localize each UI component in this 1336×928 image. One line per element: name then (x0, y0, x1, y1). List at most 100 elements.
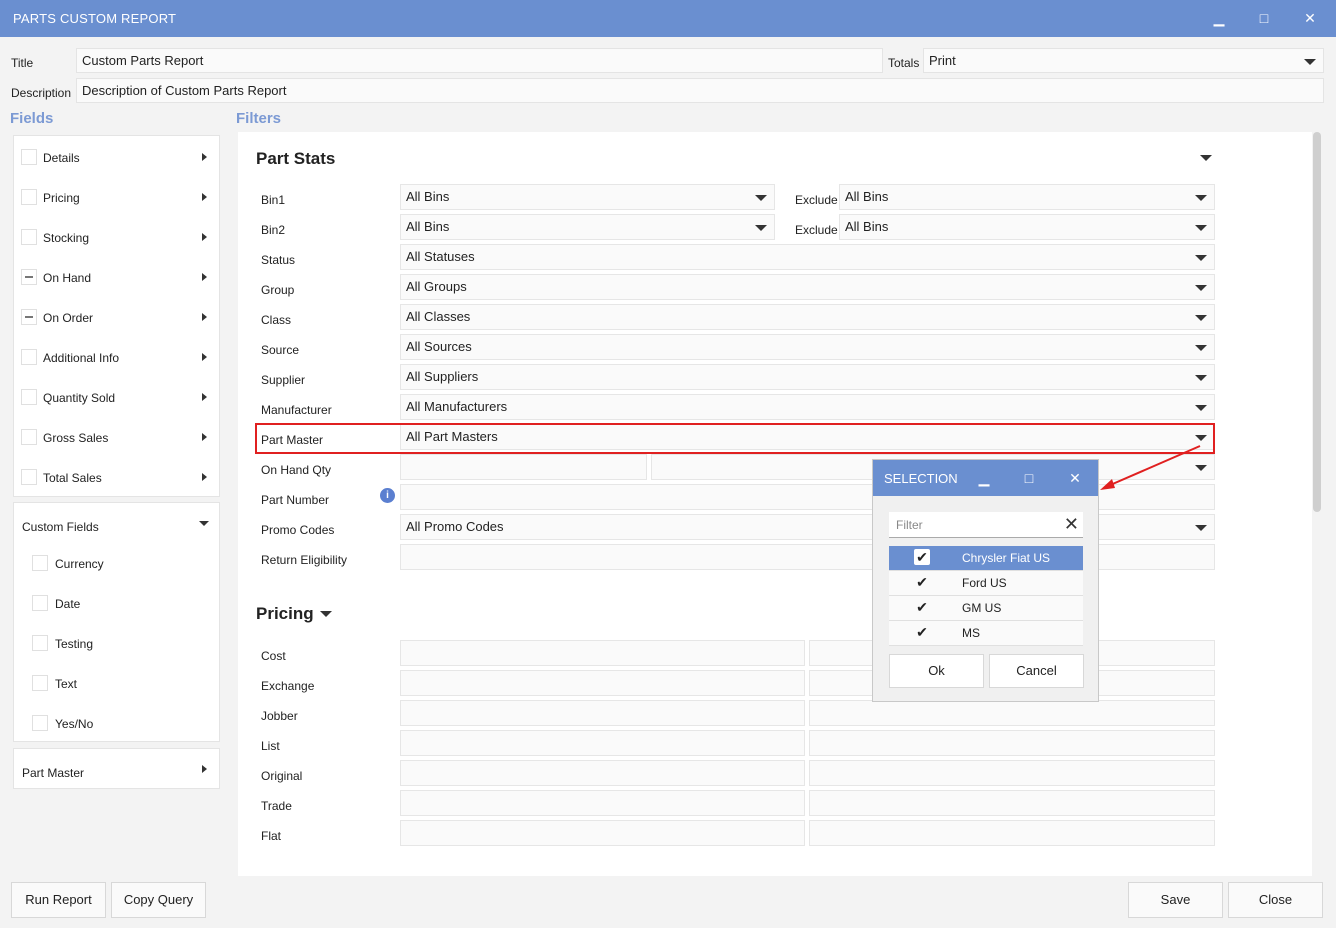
title-input[interactable]: Custom Parts Report (76, 48, 883, 73)
pricing-label: Flat (261, 829, 282, 843)
clear-filter-icon[interactable]: ✕ (1064, 512, 1079, 536)
copy-query-button[interactable]: Copy Query (111, 882, 206, 918)
custom-field-item[interactable]: Date (14, 585, 219, 621)
maximize-icon[interactable]: □ (1251, 6, 1277, 30)
custom-field-item[interactable]: Currency (14, 545, 219, 581)
dialog-minimize-icon[interactable]: ▁ (973, 466, 995, 490)
field-checkbox[interactable] (21, 229, 37, 245)
run-report-button[interactable]: Run Report (11, 882, 106, 918)
custom-field-item[interactable]: Yes/No (14, 705, 219, 741)
pricing-min-input[interactable] (400, 820, 805, 846)
exclude-select[interactable]: All Bins (839, 214, 1215, 240)
selection-list-item[interactable]: ✔ GM US (889, 596, 1083, 621)
field-item[interactable]: On Order (14, 297, 219, 337)
expand-icon[interactable] (202, 193, 207, 201)
check-icon[interactable]: ✔ (914, 549, 930, 565)
expand-icon[interactable] (202, 353, 207, 361)
filter-label: Group (261, 283, 295, 297)
field-checkbox[interactable] (21, 269, 37, 285)
exclude-label: Exclude (795, 223, 838, 237)
field-item[interactable]: Total Sales (14, 457, 219, 497)
pricing-min-input[interactable] (400, 730, 805, 756)
chevron-down-icon (1195, 525, 1207, 531)
field-checkbox[interactable] (21, 189, 37, 205)
custom-field-checkbox[interactable] (32, 595, 48, 611)
pricing-max-input[interactable] (809, 820, 1215, 846)
filter-select[interactable]: All Classes (400, 304, 1215, 330)
close-icon[interactable]: ✕ (1297, 6, 1323, 30)
custom-field-checkbox[interactable] (32, 635, 48, 651)
pricing-min-input[interactable] (400, 670, 805, 696)
filter-value: All Promo Codes (406, 519, 504, 534)
filter-select[interactable]: All Statuses (400, 244, 1215, 270)
custom-field-checkbox[interactable] (32, 715, 48, 731)
pricing-max-input[interactable] (809, 700, 1215, 726)
field-item[interactable]: Details (14, 137, 219, 177)
filter-label: Bin1 (261, 193, 286, 207)
expand-icon[interactable] (202, 153, 207, 161)
collapse-icon[interactable] (199, 521, 209, 526)
field-item[interactable]: On Hand (14, 257, 219, 297)
pricing-max-input[interactable] (809, 760, 1215, 786)
ok-button[interactable]: Ok (889, 654, 984, 688)
selection-list-item[interactable]: ✔ Ford US (889, 571, 1083, 596)
pricing-min-input[interactable] (400, 760, 805, 786)
filter-select[interactable]: All Suppliers (400, 364, 1215, 390)
filter-label: Part Number (261, 493, 330, 507)
totals-select[interactable]: Print (923, 48, 1324, 73)
field-item[interactable]: Quantity Sold (14, 377, 219, 417)
expand-icon[interactable] (202, 433, 207, 441)
field-checkbox[interactable] (21, 149, 37, 165)
selection-item-label: Chrysler Fiat US (962, 551, 1051, 565)
filters-scrollbar[interactable] (1313, 132, 1321, 512)
field-item[interactable]: Additional Info (14, 337, 219, 377)
pricing-min-input[interactable] (400, 790, 805, 816)
check-icon[interactable]: ✔ (914, 574, 930, 590)
selection-list-item[interactable]: ✔ Chrysler Fiat US (889, 546, 1083, 571)
selection-list-item[interactable]: ✔ MS (889, 621, 1083, 646)
custom-field-item[interactable]: Text (14, 665, 219, 701)
custom-field-item[interactable]: Testing (14, 625, 219, 661)
field-checkbox[interactable] (21, 469, 37, 485)
filter-select[interactable]: All Sources (400, 334, 1215, 360)
info-icon[interactable]: i (380, 488, 395, 503)
expand-icon[interactable] (202, 393, 207, 401)
dialog-close-icon[interactable]: ✕ (1064, 466, 1086, 490)
exclude-select[interactable]: All Bins (839, 184, 1215, 210)
expand-icon[interactable] (202, 313, 207, 321)
field-item[interactable]: Gross Sales (14, 417, 219, 457)
expand-icon[interactable] (202, 273, 207, 281)
filter-input[interactable]: Filter ✕ (889, 512, 1083, 538)
field-checkbox[interactable] (21, 309, 37, 325)
pricing-collapse-icon[interactable] (320, 611, 332, 617)
check-icon[interactable]: ✔ (914, 624, 930, 640)
filter-select[interactable]: All Manufacturers (400, 394, 1215, 420)
close-button[interactable]: Close (1228, 882, 1323, 918)
pricing-min-input[interactable] (400, 640, 805, 666)
field-checkbox[interactable] (21, 349, 37, 365)
field-checkbox[interactable] (21, 389, 37, 405)
cancel-button[interactable]: Cancel (989, 654, 1084, 688)
filter-select[interactable]: All Bins (400, 184, 775, 210)
expand-icon[interactable] (202, 473, 207, 481)
filter-select[interactable]: All Groups (400, 274, 1215, 300)
minimize-icon[interactable]: ▁ (1206, 6, 1232, 30)
save-button[interactable]: Save (1128, 882, 1223, 918)
field-item[interactable]: Stocking (14, 217, 219, 257)
field-item[interactable]: Pricing (14, 177, 219, 217)
pricing-min-input[interactable] (400, 700, 805, 726)
on-hand-qty-min-input[interactable] (400, 454, 647, 480)
pricing-max-input[interactable] (809, 730, 1215, 756)
description-input[interactable]: Description of Custom Parts Report (76, 78, 1324, 103)
part-master-field-item[interactable]: Part Master (13, 748, 220, 789)
custom-field-checkbox[interactable] (32, 555, 48, 571)
field-checkbox[interactable] (21, 429, 37, 445)
dialog-maximize-icon[interactable]: □ (1018, 466, 1040, 490)
expand-icon[interactable] (202, 765, 207, 773)
filter-select[interactable]: All Bins (400, 214, 775, 240)
custom-field-checkbox[interactable] (32, 675, 48, 691)
part-stats-collapse-icon[interactable] (1200, 155, 1212, 161)
expand-icon[interactable] (202, 233, 207, 241)
pricing-max-input[interactable] (809, 790, 1215, 816)
check-icon[interactable]: ✔ (914, 599, 930, 615)
